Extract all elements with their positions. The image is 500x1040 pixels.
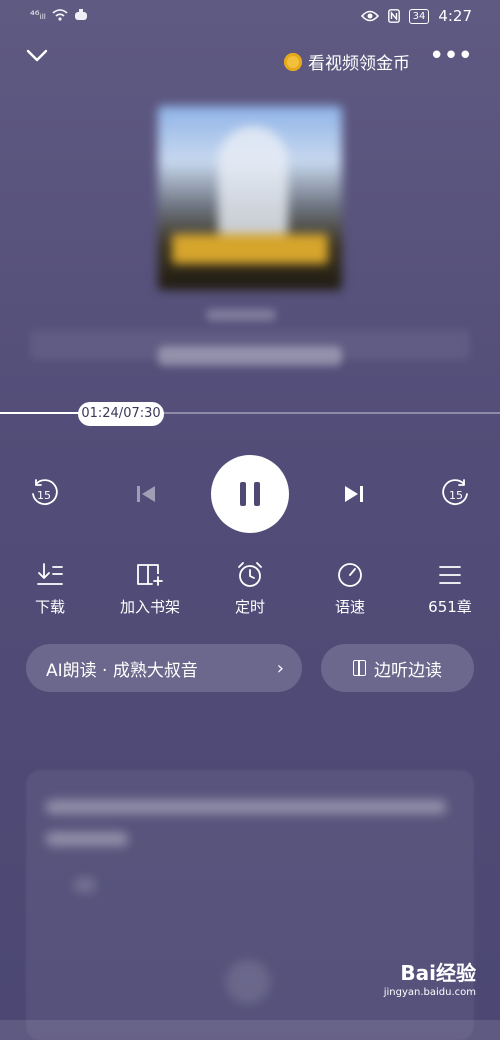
cover-title-band — [172, 234, 328, 264]
battery-icon: 34 — [408, 8, 430, 24]
signal-indicator: ⁴⁶ᵢₗₗ — [30, 8, 46, 22]
blurred-line — [46, 800, 446, 814]
add-bookshelf-icon — [137, 564, 163, 586]
previous-chapter-button[interactable] — [126, 474, 166, 514]
timer-label: 定时 — [234, 598, 265, 616]
skip-next-icon — [345, 486, 363, 502]
read-along-label: 边听边读 — [374, 660, 442, 681]
pause-icon-bar — [254, 482, 260, 506]
chevron-right-icon: › — [276, 657, 284, 679]
clock: 4:27 — [438, 7, 472, 25]
wifi-icon — [52, 9, 68, 21]
coin-icon — [284, 52, 302, 71]
forward-icon: 15 — [442, 479, 468, 505]
chapters-label: 651章 — [428, 598, 472, 616]
book-icon — [353, 660, 366, 676]
rewind-15-button[interactable]: 15 — [24, 474, 64, 514]
alarm-clock-icon — [238, 562, 262, 587]
collapse-button[interactable] — [26, 48, 48, 67]
book-cover — [158, 106, 342, 290]
baidu-watermark: Bai经验 jingyan.baidu.com — [384, 957, 476, 998]
voice-label: AI朗读 · 成熟大叔音 — [46, 660, 198, 681]
progress-time-thumb[interactable]: 01:24/07:30 — [78, 402, 164, 426]
download-label: 下载 — [34, 598, 65, 616]
blurred-line — [46, 832, 128, 846]
chapter-title-placeholder — [158, 346, 342, 366]
blurred-button — [226, 960, 270, 1004]
forward-15-button[interactable]: 15 — [436, 474, 476, 514]
blurred-text-panel — [26, 770, 474, 1040]
speed-label: 语速 — [334, 598, 365, 616]
list-icon — [439, 566, 461, 584]
more-options-button[interactable]: ••• — [429, 43, 473, 69]
eye-icon — [360, 10, 379, 22]
earn-coins-button[interactable]: 看视频领金币 — [284, 49, 410, 74]
notification-icon — [74, 9, 87, 20]
author-placeholder — [206, 309, 276, 321]
watermark-brand: Bai经验 — [400, 961, 476, 985]
svg-text:15: 15 — [37, 489, 51, 502]
chapters-button[interactable]: 651章 — [410, 560, 490, 617]
voice-selector-button[interactable]: AI朗读 · 成熟大叔音 › — [26, 644, 302, 692]
earn-coins-label: 看视频领金币 — [308, 54, 410, 74]
add-to-shelf-button[interactable]: 加入书架 — [110, 560, 190, 617]
pause-button[interactable] — [211, 455, 289, 533]
read-along-button[interactable]: 边听边读 — [321, 644, 474, 692]
download-button[interactable]: 下载 — [10, 560, 90, 617]
skip-previous-icon — [137, 486, 155, 502]
blurred-line — [74, 878, 96, 892]
speed-gauge-icon — [338, 563, 362, 587]
rewind-icon: 15 — [32, 479, 58, 505]
speed-button[interactable]: 语速 — [310, 560, 390, 617]
pause-icon — [240, 482, 246, 506]
nfc-icon — [387, 9, 400, 23]
chevron-down-icon — [26, 49, 48, 62]
status-bar: ⁴⁶ᵢₗₗ 34 4:27 — [0, 0, 500, 34]
watermark-url: jingyan.baidu.com — [383, 987, 476, 998]
cover-figure — [218, 126, 288, 236]
timer-button[interactable]: 定时 — [210, 560, 290, 617]
add-to-shelf-label: 加入书架 — [119, 598, 180, 616]
next-chapter-button[interactable] — [334, 474, 374, 514]
svg-text:15: 15 — [449, 489, 463, 502]
download-icon — [37, 563, 63, 585]
